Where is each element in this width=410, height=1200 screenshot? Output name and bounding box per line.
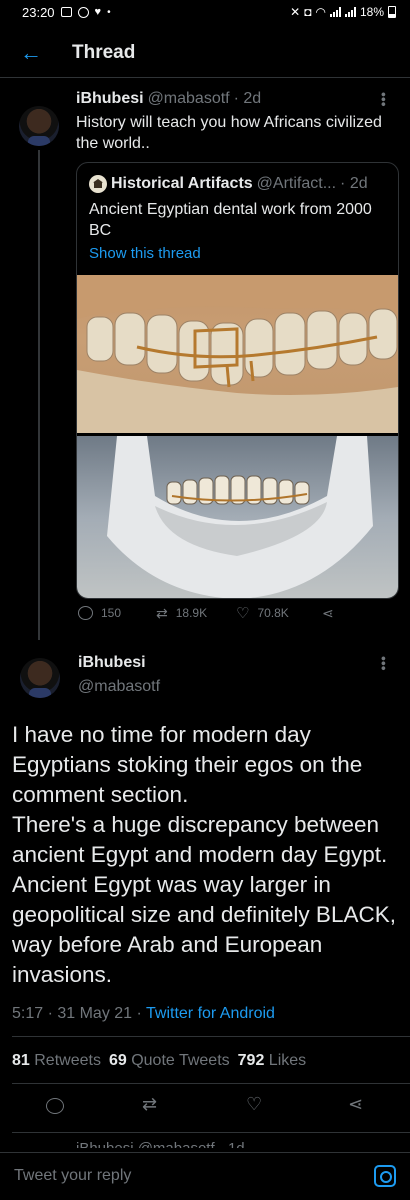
divider [12,1036,410,1037]
like-icon: ♡ [246,1094,263,1114]
quote-tweets-stat[interactable]: 69 Quote Tweets [109,1052,230,1070]
tweet-stats: 81 Retweets 69 Quote Tweets 792 Likes [12,1052,306,1070]
more-options-icon[interactable]: ••• [376,92,392,107]
gallery-icon [60,7,72,17]
next-reply-peek: iBhubesi @mabasotf · 1d [76,1140,245,1148]
back-arrow-icon[interactable]: ← [20,41,42,64]
avatar[interactable] [20,658,60,698]
tweet-text: History will teach you how Africans civi… [76,114,382,152]
more-options-icon[interactable]: ••• [376,656,392,671]
whatsapp-icon [77,6,89,18]
retweet-action[interactable]: ⇄ 18.9K [156,605,236,622]
like-count: 70.8K [257,606,289,620]
tweet-actions: ⇄ ♡ ⋖ [0,1094,410,1124]
retweet-button[interactable]: ⇄ [142,1094,157,1115]
top-bar: ← Thread [0,28,410,78]
quoted-handle: @Artifact... [256,175,337,192]
mute-icon: ✕ [290,5,301,19]
like-button[interactable]: ♡ [246,1094,262,1115]
retweet-count: 18.9K [175,606,208,620]
tweet-header: iBhubesi @mabasotf · 2d [76,90,261,108]
tweet-time: · 2d [233,90,262,107]
like-action[interactable]: ♡ 70.8K [236,604,322,622]
reply-input[interactable]: Tweet your reply [14,1167,131,1185]
retweet-icon: ⇄ [156,604,168,621]
quoted-avatar [89,175,107,193]
tweet-meta: 5:17 · 31 May 21 · Twitter for Android [12,1005,275,1023]
notification-dot-icon: • [107,6,111,18]
dental-work-photo-2[interactable] [77,436,398,598]
tweet-timestamp: 5:17 · 31 May 21 · [12,1005,146,1022]
handle[interactable]: @mabasotf [78,678,160,696]
signal-2-icon [344,7,356,17]
show-thread-link[interactable]: Show this thread [89,245,201,262]
battery-percent: 18% [359,5,384,19]
retweets-stat[interactable]: 81 Retweets [12,1052,101,1070]
handle[interactable]: @mabasotf [148,90,230,108]
quoted-display-name: Historical Artifacts [111,175,253,192]
thread-connector-line [38,150,40,640]
display-name[interactable]: iBhubesi [78,654,146,672]
reply-action[interactable]: 150 [78,606,156,620]
like-icon: ♡ [236,605,250,622]
likes-stat[interactable]: 792 Likes [238,1052,307,1070]
status-bar: 23:20 ♥ • ✕ ◘ ◠ 18% [0,0,410,24]
divider [12,1083,410,1084]
camera-icon[interactable] [374,1165,396,1187]
quoted-tweet-header: Historical Artifacts @Artifact... · 2d [89,175,368,193]
alarm-icon: ◘ [304,5,312,19]
heart-icon: ♥ [94,6,102,18]
quoted-tweet[interactable]: Historical Artifacts @Artifact... · 2d A… [76,162,399,599]
tweet-text: I have no time for modern day Egyptians … [12,722,396,987]
share-icon: ⋖ [322,604,334,621]
reply-icon [46,1098,64,1114]
battery-icon [388,6,396,18]
divider [12,1132,410,1133]
avatar[interactable] [19,106,59,146]
share-icon: ⋖ [348,1094,364,1114]
retweet-icon: ⇄ [142,1094,158,1114]
quoted-time: · 2d [340,175,368,192]
tweet-actions: 150 ⇄ 18.9K ♡ 70.8K ⋖ [78,604,358,622]
display-name[interactable]: iBhubesi [76,90,144,108]
share-action[interactable]: ⋖ [322,605,334,622]
wifi-icon: ◠ [315,5,326,19]
status-time: 23:20 [22,4,55,20]
tweet-source-link[interactable]: Twitter for Android [146,1005,275,1022]
reply-count: 150 [101,606,122,620]
dental-work-photo-1[interactable] [77,275,398,433]
signal-icon [329,7,341,17]
reply-button[interactable] [46,1098,64,1119]
reply-bar: Tweet your reply [0,1152,410,1200]
share-button[interactable]: ⋖ [348,1094,363,1115]
reply-icon [78,606,93,620]
page-title: Thread [72,41,136,63]
quoted-tweet-text: Ancient Egyptian dental work from 2000 B… [89,201,372,239]
